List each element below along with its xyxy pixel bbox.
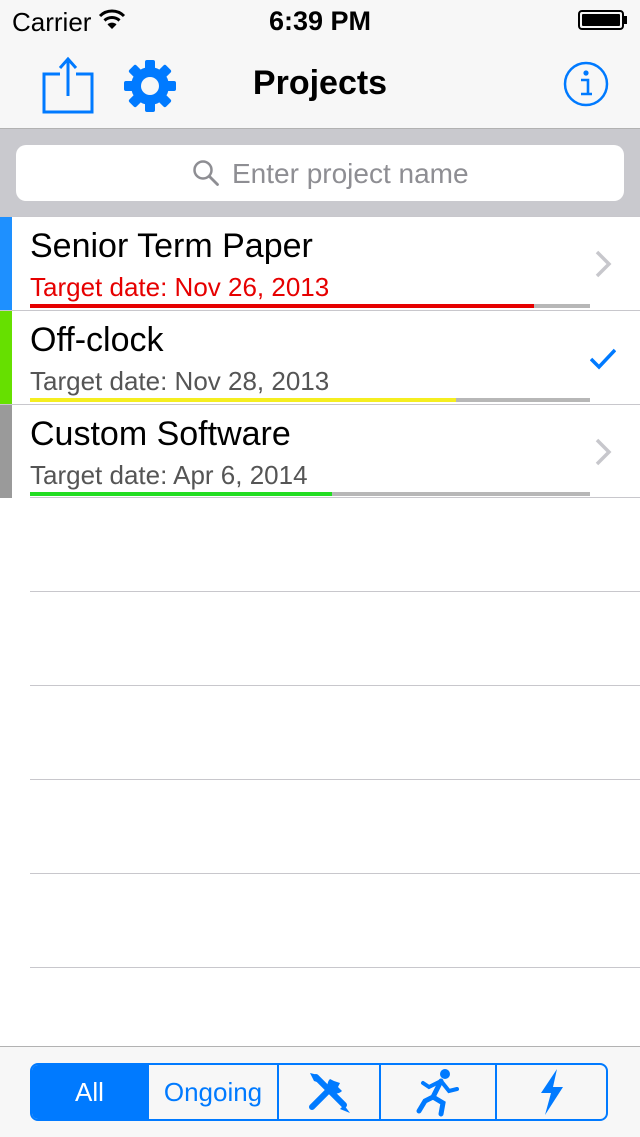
search-icon: [193, 160, 219, 186]
project-name: Custom Software: [30, 415, 291, 453]
empty-row-separator: [30, 779, 640, 780]
status-time: 6:39 PM: [268, 6, 372, 36]
project-name: Off-clock: [30, 321, 164, 359]
lightning-icon: [540, 1069, 563, 1115]
page-title: Projects: [252, 64, 388, 102]
project-progress-fill: [30, 304, 534, 308]
filter-all-segment[interactable]: All: [32, 1065, 147, 1119]
project-list: Senior Term Paper Target date: Nov 26, 2…: [0, 216, 640, 498]
empty-row-separator: [30, 591, 640, 592]
filter-segmented-control: All Ongoing: [30, 1063, 608, 1121]
project-color-strip: [0, 405, 12, 498]
project-progress-fill: [30, 492, 333, 496]
project-row[interactable]: Off-clock Target date: Nov 28, 2013: [0, 310, 640, 404]
search-field[interactable]: [16, 145, 624, 201]
chevron-right-icon: [595, 250, 612, 278]
project-color-strip: [0, 217, 12, 310]
project-row[interactable]: Custom Software Target date: Apr 6, 2014: [0, 404, 640, 498]
filter-lightning-segment[interactable]: [495, 1065, 606, 1119]
running-man-icon: [416, 1069, 459, 1117]
project-target-date: Target date: Apr 6, 2014: [30, 460, 308, 490]
chevron-right-icon: [595, 438, 612, 466]
project-color-strip: [0, 311, 12, 404]
info-button[interactable]: [562, 60, 610, 108]
project-progress-bar: [30, 304, 590, 308]
search-input[interactable]: [230, 153, 614, 195]
tools-icon: [309, 1073, 350, 1113]
project-progress-fill: [30, 398, 456, 402]
project-progress-bar: [30, 492, 590, 496]
battery-icon: [578, 10, 627, 30]
search-bar: [0, 128, 640, 217]
checkmark-icon: [590, 348, 616, 370]
filter-running-segment[interactable]: [379, 1065, 495, 1119]
navigation-bar: Projects: [0, 40, 640, 128]
bottom-toolbar: All Ongoing: [0, 1046, 640, 1137]
empty-row-separator: [30, 873, 640, 874]
project-target-date: Target date: Nov 28, 2013: [30, 366, 330, 396]
filter-tools-segment[interactable]: [277, 1065, 379, 1119]
filter-ongoing-segment[interactable]: Ongoing: [147, 1065, 277, 1119]
info-icon: [563, 61, 609, 107]
status-bar: Carrier 6:39 PM: [0, 0, 640, 40]
project-target-date: Target date: Nov 26, 2013: [30, 272, 330, 302]
project-row[interactable]: Senior Term Paper Target date: Nov 26, 2…: [0, 216, 640, 310]
empty-row-separator: [30, 685, 640, 686]
empty-row-separator: [30, 497, 640, 498]
project-name: Senior Term Paper: [30, 227, 313, 265]
project-progress-bar: [30, 398, 590, 402]
empty-row-separator: [30, 967, 640, 968]
